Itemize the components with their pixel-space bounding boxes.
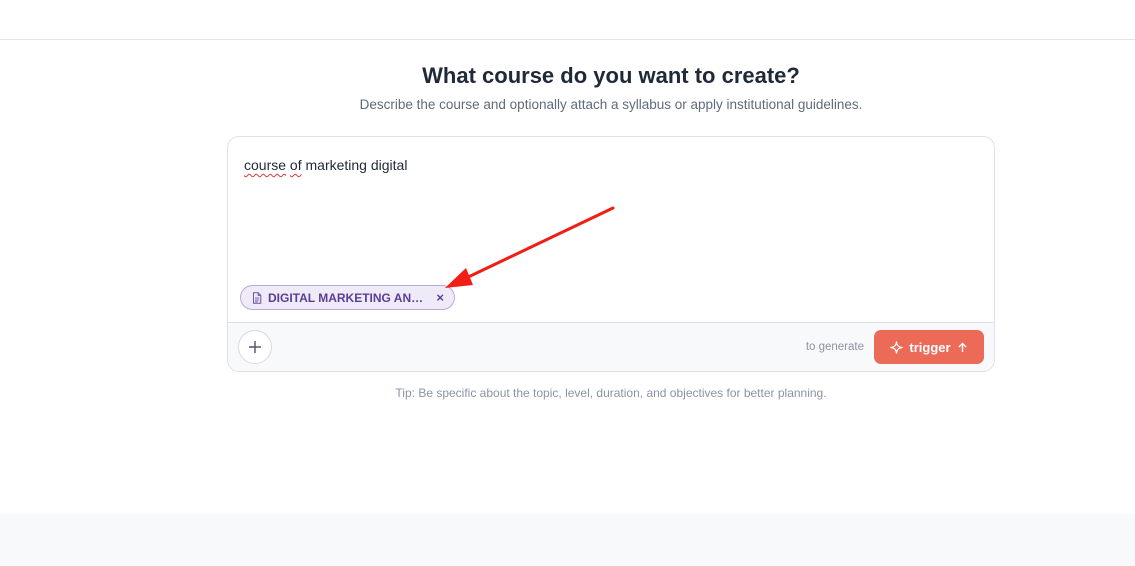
page-subtitle: Describe the course and optionally attac… [359,97,863,112]
add-attachment-button[interactable] [238,330,272,364]
attachment-chip-label: DIGITAL MARKETING AN… [268,290,424,305]
planning-tip: Tip: Be specific about the topic, level,… [395,386,827,400]
top-bar [0,0,1135,40]
trigger-button[interactable]: trigger [874,330,984,364]
course-prompt-composer: course of marketing digital DIGITAL MARK… [227,136,995,372]
trigger-button-label: trigger [909,339,951,355]
arrow-up-icon [957,342,968,353]
sparkle-icon [890,340,904,354]
composer-toolbar: to generate trigger [228,322,994,371]
page-footer-band [0,514,1135,566]
page-title: What course do you want to create? [422,63,800,88]
prompt-word-misspelled: of [289,157,302,173]
prompt-word: marketing digital [305,157,408,173]
attachment-chip[interactable]: DIGITAL MARKETING AN… × [240,285,455,310]
remove-attachment-button[interactable]: × [436,291,444,304]
prompt-word-misspelled: course [244,157,287,173]
course-prompt-input[interactable]: course of marketing digital [244,156,407,174]
document-icon [251,291,263,304]
generate-hint: to generate [805,341,864,353]
plus-icon [248,340,262,354]
